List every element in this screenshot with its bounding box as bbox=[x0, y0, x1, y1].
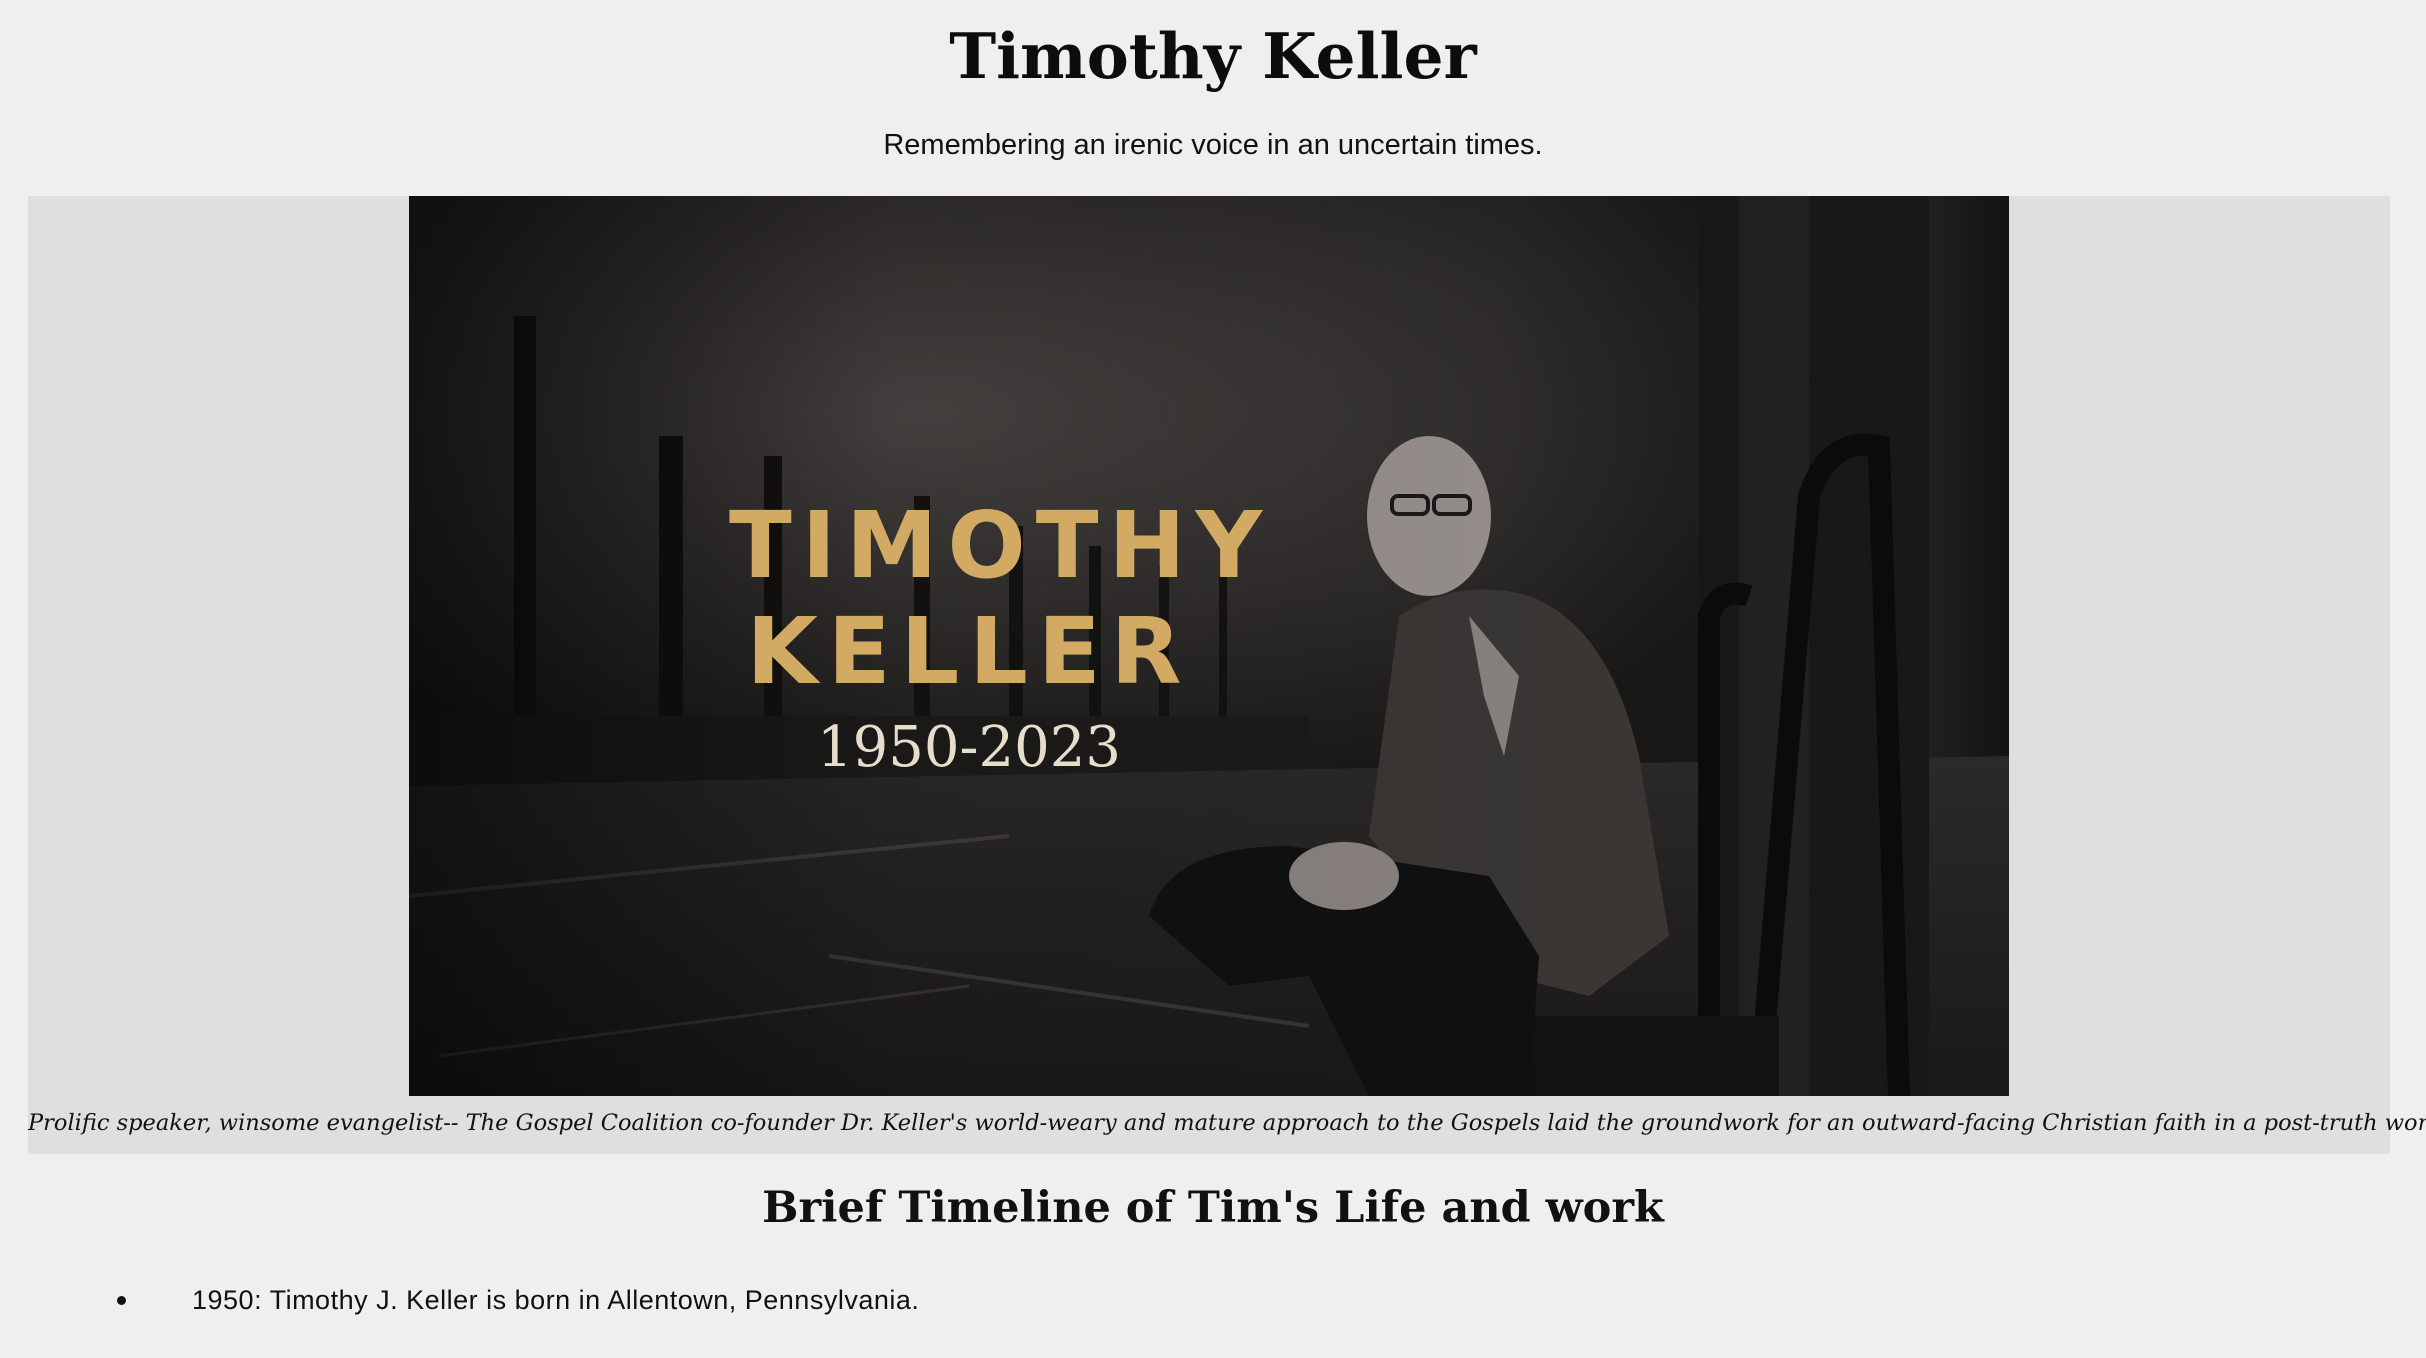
page-subtitle: Remembering an irenic voice in an uncert… bbox=[883, 129, 1543, 161]
bullet-icon bbox=[117, 1296, 126, 1305]
image-years: 1950-2023 bbox=[817, 715, 1121, 780]
image-title-line2: KELLER bbox=[746, 598, 1192, 705]
timeline-heading: Brief Timeline of Tim's Life and work bbox=[762, 1183, 1664, 1233]
memorial-photo: TIMOTHY KELLER 1950-2023 bbox=[409, 196, 2009, 1096]
timeline-item: 1950: Timothy J. Keller is born in Allen… bbox=[0, 1280, 2426, 1320]
page-title: Timothy Keller bbox=[949, 19, 1477, 93]
image-title-line1: TIMOTHY bbox=[729, 492, 1273, 599]
image-caption: Prolific speaker, winsome evangelist-- T… bbox=[28, 1110, 2426, 1136]
memorial-figure: TIMOTHY KELLER 1950-2023 Prolific speake… bbox=[28, 196, 2426, 1154]
timeline-list: 1950: Timothy J. Keller is born in Allen… bbox=[0, 1280, 2426, 1320]
timeline-item-text: 1950: Timothy J. Keller is born in Allen… bbox=[192, 1285, 920, 1315]
